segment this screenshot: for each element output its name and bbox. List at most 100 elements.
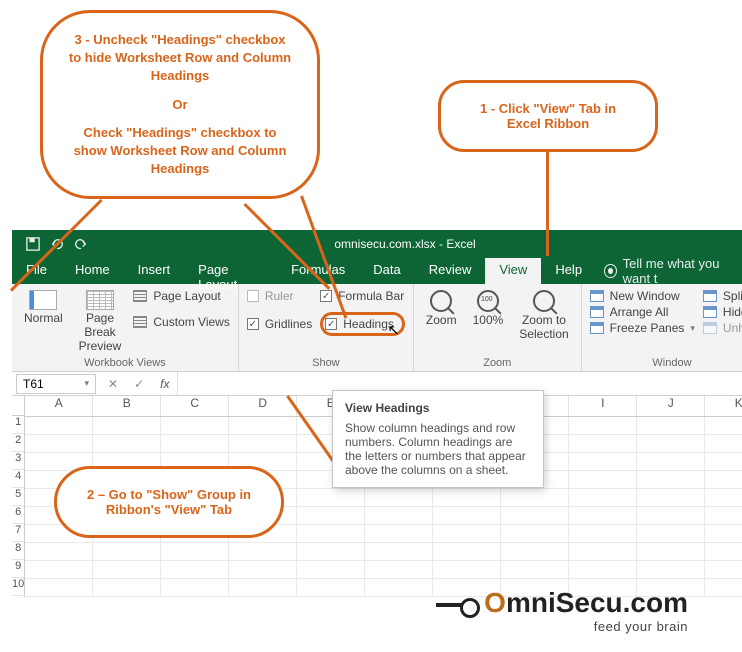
window-icon [703,290,717,302]
window-icon [703,322,717,334]
checkbox-icon [325,318,337,330]
cancel-icon[interactable]: ✕ [100,377,126,391]
label: Normal [24,312,63,326]
save-icon[interactable] [26,237,40,251]
title-bar: omnisecu.com.xlsx - Excel [12,230,742,258]
tab-insert[interactable]: Insert [124,258,185,284]
callout-step-2: 2 – Go to "Show" Group in Ribbon's "View… [54,466,284,538]
label: Ruler [265,289,294,303]
arrange-all-button[interactable]: Arrange All [590,304,695,320]
formula-bar-checkbox[interactable]: Formula Bar [320,288,405,304]
column-header[interactable]: I [569,396,637,416]
label: Page Layout [153,289,220,303]
headings-tooltip: View Headings Show column headings and r… [332,390,544,488]
logo-tagline: feed your brain [436,619,688,634]
page-layout-button[interactable]: Page Layout [133,288,229,304]
column-header[interactable]: J [637,396,705,416]
tab-view[interactable]: View [485,258,541,284]
label: Freeze Panes [610,321,685,335]
chevron-down-icon: ▾ [690,323,695,334]
row-header[interactable]: 3 [12,452,24,470]
row-header[interactable]: 6 [12,506,24,524]
lightbulb-icon [604,264,617,278]
window-icon [590,306,604,318]
label: 100% [473,314,504,328]
tell-me-search[interactable]: Tell me what you want t [604,258,742,284]
tab-page-layout[interactable]: Page Layout [184,258,277,284]
ribbon: Normal Page Break Preview Page Layout Cu… [12,284,742,372]
group-show: Ruler Gridlines Formula Bar Headings [239,284,414,371]
group-window: New Window Arrange All Freeze Panes ▾ Sp… [582,284,742,371]
label: Zoom to Selection [519,314,568,342]
row-header[interactable]: 10 [12,578,24,596]
watermark-logo: OmniSecu.com feed your brain [436,587,688,634]
checkbox-icon [247,318,259,330]
tab-help[interactable]: Help [541,258,596,284]
label: Unhid [723,321,742,335]
split-button[interactable]: Split [703,288,742,304]
page-break-icon [86,290,114,310]
tab-review[interactable]: Review [415,258,486,284]
cursor-icon: ↖ [387,321,400,339]
label: Custom Views [153,315,229,329]
logo-o: O [484,587,506,618]
row-headers[interactable]: 12345678910 [12,396,25,597]
normal-view-button[interactable]: Normal [20,288,67,328]
page-break-preview-button[interactable]: Page Break Preview [75,288,126,355]
tab-home[interactable]: Home [61,258,124,284]
row-header[interactable]: 5 [12,488,24,506]
label: Zoom [426,314,457,328]
row-header[interactable]: 4 [12,470,24,488]
unhide-button: Unhid [703,320,742,336]
magnifier-icon [533,290,555,312]
gridlines-checkbox[interactable]: Gridlines [247,316,312,332]
group-label: Show [247,355,405,369]
label: Formula Bar [338,289,404,303]
zoom-to-selection-button[interactable]: Zoom to Selection [515,288,572,344]
ruler-checkbox: Ruler [247,288,312,304]
callout-text: Or [67,96,293,114]
page-layout-icon [133,290,147,302]
menu-bar: File Home Insert Page Layout Formulas Da… [12,258,742,284]
callout-text: 1 - Click "View" Tab in Excel Ribbon [480,101,616,131]
label: New Window [610,289,680,303]
column-header[interactable]: C [161,396,229,416]
magnifier-icon: 100 [477,290,499,312]
column-header[interactable]: K [705,396,742,416]
chevron-down-icon: ▾ [84,378,89,389]
label: Headings [343,317,394,331]
hide-button[interactable]: Hide [703,304,742,320]
custom-views-icon [133,316,147,328]
row-header[interactable]: 2 [12,434,24,452]
redo-icon[interactable] [74,237,88,251]
column-header[interactable]: A [25,396,93,416]
name-box[interactable]: T61 ▾ [16,374,96,394]
enter-icon[interactable]: ✓ [126,377,152,391]
hundred-percent-button[interactable]: 100 100% [469,288,508,330]
group-workbook-views: Normal Page Break Preview Page Layout Cu… [12,284,239,371]
window-icon [590,322,604,334]
tooltip-title: View Headings [345,401,531,415]
key-icon [436,596,480,614]
fx-button[interactable]: fx [152,377,177,391]
magnifier-icon [430,290,452,312]
label: Page Break Preview [79,312,122,353]
group-label: Zoom [422,355,573,369]
custom-views-button[interactable]: Custom Views [133,314,229,330]
window-title: omnisecu.com.xlsx - Excel [88,237,742,251]
row-header[interactable]: 1 [12,416,24,434]
freeze-panes-button[interactable]: Freeze Panes ▾ [590,320,695,336]
logo-name: mniSecu.com [506,587,688,618]
zoom-button[interactable]: Zoom [422,288,461,330]
tab-data[interactable]: Data [359,258,414,284]
row-header[interactable]: 8 [12,542,24,560]
new-window-button[interactable]: New Window [590,288,695,304]
callout-text: 3 - Uncheck "Headings" checkbox to hide … [67,31,293,86]
checkbox-icon [247,290,259,302]
column-header[interactable]: B [93,396,161,416]
row-header[interactable]: 9 [12,560,24,578]
row-header[interactable]: 7 [12,524,24,542]
headings-checkbox[interactable]: Headings ↖ [320,312,405,336]
group-label: Workbook Views [20,355,230,369]
label: Arrange All [610,305,669,319]
